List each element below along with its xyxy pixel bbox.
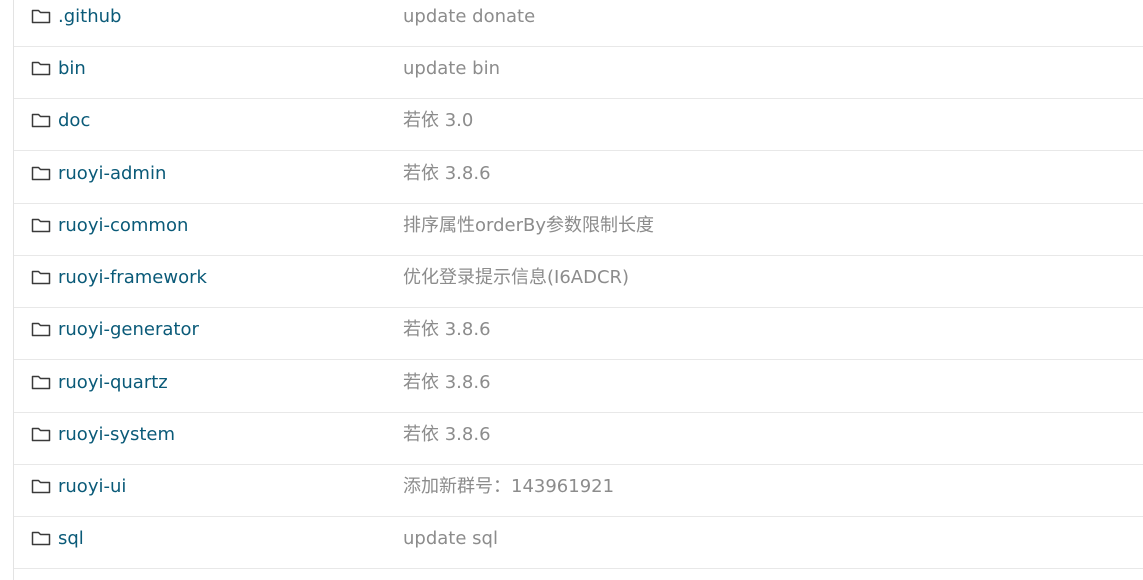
- commit-message-link[interactable]: 若依 3.8.6: [403, 319, 491, 341]
- folder-icon: [31, 165, 51, 181]
- folder-link[interactable]: ruoyi-framework: [58, 267, 207, 289]
- file-row-ruoyi-common[interactable]: ruoyi-common 排序属性orderBy参数限制长度: [14, 204, 1143, 256]
- commit-message-link[interactable]: update donate: [403, 6, 535, 28]
- file-row-bin[interactable]: bin update bin: [14, 47, 1143, 99]
- commit-message-link[interactable]: update sql: [403, 528, 498, 550]
- commit-message-link[interactable]: 优化登录提示信息(I6ADCR): [403, 267, 629, 289]
- file-row-sql[interactable]: sql update sql: [14, 517, 1143, 569]
- folder-link[interactable]: ruoyi-quartz: [58, 372, 168, 394]
- commit-message-link[interactable]: 排序属性orderBy参数限制长度: [403, 215, 654, 237]
- file-row-ruoyi-system[interactable]: ruoyi-system 若依 3.8.6: [14, 413, 1143, 465]
- folder-link[interactable]: doc: [58, 110, 90, 132]
- commit-message-link[interactable]: 添加新群号：143961921: [403, 476, 614, 498]
- folder-link[interactable]: sql: [58, 528, 84, 550]
- folder-icon: [31, 374, 51, 390]
- file-row-ruoyi-framework[interactable]: ruoyi-framework 优化登录提示信息(I6ADCR): [14, 256, 1143, 308]
- commit-message-link[interactable]: 若依 3.8.6: [403, 163, 491, 185]
- folder-icon: [31, 321, 51, 337]
- folder-link[interactable]: ruoyi-system: [58, 424, 175, 446]
- file-list-table: .github update donate bin update bin doc…: [13, 0, 1143, 580]
- folder-link[interactable]: ruoyi-ui: [58, 476, 126, 498]
- folder-link[interactable]: ruoyi-generator: [58, 319, 199, 341]
- folder-icon: [31, 217, 51, 233]
- folder-icon: [31, 530, 51, 546]
- file-row-ruoyi-generator[interactable]: ruoyi-generator 若依 3.8.6: [14, 308, 1143, 360]
- folder-icon: [31, 60, 51, 76]
- file-row-ruoyi-quartz[interactable]: ruoyi-quartz 若依 3.8.6: [14, 361, 1143, 413]
- folder-link[interactable]: bin: [58, 58, 86, 80]
- folder-link[interactable]: ruoyi-admin: [58, 163, 166, 185]
- file-row-doc[interactable]: doc 若依 3.0: [14, 99, 1143, 151]
- folder-icon: [31, 426, 51, 442]
- commit-message-link[interactable]: update bin: [403, 58, 500, 80]
- folder-icon: [31, 478, 51, 494]
- file-row-ruoyi-ui[interactable]: ruoyi-ui 添加新群号：143961921: [14, 465, 1143, 517]
- commit-message-link[interactable]: 若依 3.8.6: [403, 372, 491, 394]
- folder-icon: [31, 112, 51, 128]
- folder-link[interactable]: ruoyi-common: [58, 215, 188, 237]
- folder-link[interactable]: .github: [58, 6, 121, 28]
- commit-message-link[interactable]: 若依 3.8.6: [403, 424, 491, 446]
- folder-icon: [31, 8, 51, 24]
- file-row-github[interactable]: .github update donate: [14, 0, 1143, 47]
- commit-message-link[interactable]: 若依 3.0: [403, 110, 473, 132]
- folder-icon: [31, 269, 51, 285]
- file-row-ruoyi-admin[interactable]: ruoyi-admin 若依 3.8.6: [14, 152, 1143, 204]
